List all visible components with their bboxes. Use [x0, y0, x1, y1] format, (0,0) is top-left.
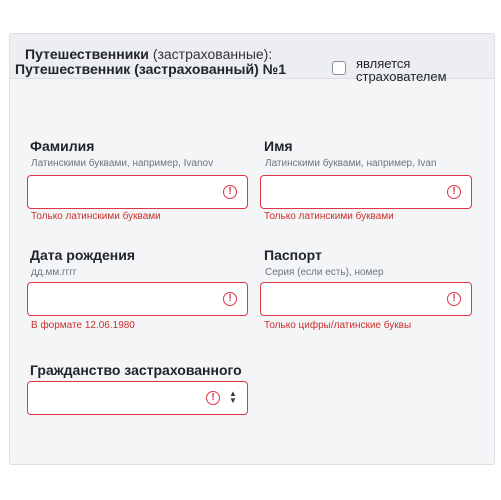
name-hint: Латинскими буквами, например, Ivan	[265, 158, 437, 169]
birthdate-error: В формате 12.06.1980	[31, 320, 135, 331]
passport-error: Только цифры/латинские буквы	[264, 320, 412, 331]
birthdate-label: Дата рождения	[30, 247, 136, 263]
name-error: Только латинскими буквами	[264, 211, 394, 222]
travelers-title: Путешественники	[25, 46, 149, 62]
travelers-subtitle: (застрахованные):	[152, 46, 273, 62]
birthdate-input[interactable]: !	[27, 282, 248, 316]
error-circle-icon: !	[447, 292, 461, 306]
select-arrows-icon: ▲ ▼	[229, 389, 237, 405]
surname-hint: Латинскими буквами, например, Ivanov	[31, 158, 214, 169]
surname-label: Фамилия	[30, 138, 95, 154]
passport-hint: Серия (если есть), номер	[265, 267, 384, 278]
is-insurer-toggle[interactable]: является страхователем	[332, 57, 447, 83]
birthdate-hint: дд.мм.гггг	[31, 267, 77, 278]
name-input[interactable]: !	[260, 175, 472, 209]
is-insurer-label: является страхователем	[356, 56, 447, 84]
citizenship-select[interactable]: ! ▲ ▼	[27, 381, 248, 415]
traveler-title: Путешественник (застрахованный) №1	[15, 61, 287, 77]
citizenship-label: Гражданство застрахованного	[30, 362, 242, 378]
error-circle-icon: !	[447, 185, 461, 199]
surname-input[interactable]: !	[27, 175, 248, 209]
error-circle-icon: !	[223, 185, 237, 199]
name-label: Имя	[264, 138, 293, 154]
passport-label: Паспорт	[264, 247, 322, 263]
passport-input[interactable]: !	[260, 282, 472, 316]
error-circle-icon: !	[206, 391, 220, 405]
surname-error: Только латинскими буквами	[31, 211, 161, 222]
error-circle-icon: !	[223, 292, 237, 306]
is-insurer-checkbox[interactable]	[332, 61, 346, 75]
